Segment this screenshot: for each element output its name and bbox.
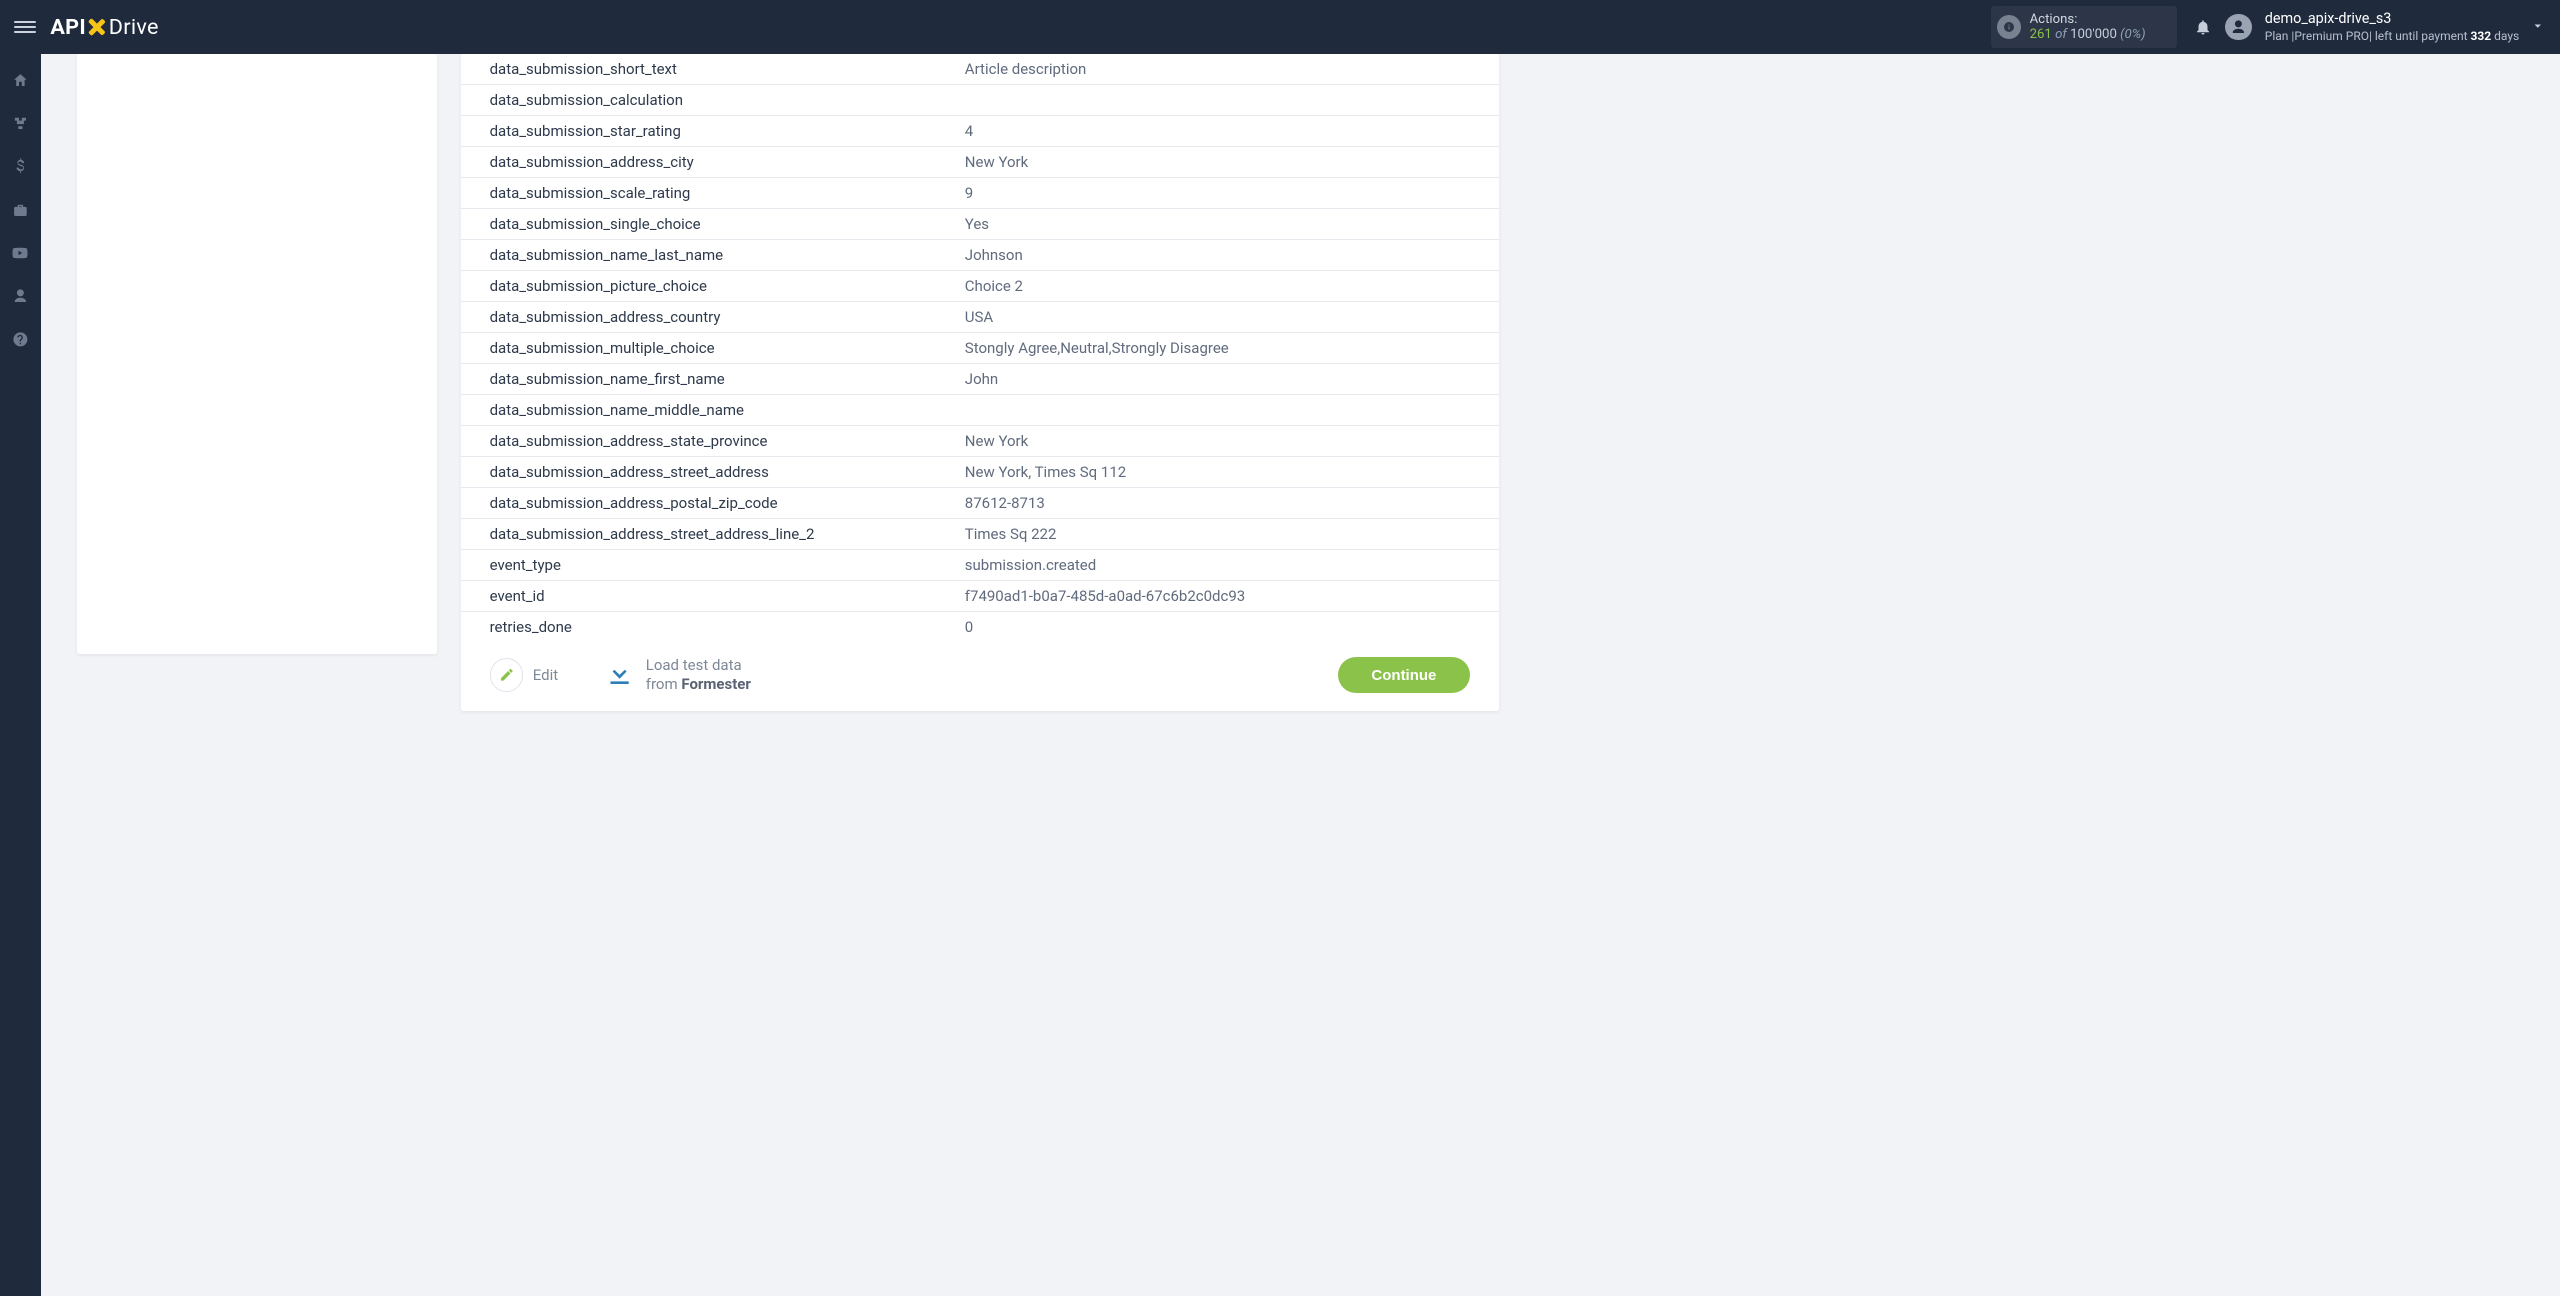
- left-panel-card: [77, 54, 437, 654]
- data-table: data_submission_short_textArticle descri…: [461, 54, 1499, 642]
- sidebar: [0, 54, 41, 1296]
- load-text: Load test data from Formester: [646, 656, 751, 694]
- footer-actions: Edit Load test data from Formester Conti…: [461, 642, 1499, 694]
- brand-logo[interactable]: API Drive: [50, 15, 158, 40]
- row-value: Times Sq 222: [965, 525, 1499, 543]
- row-key: data_submission_address_state_province: [461, 432, 965, 450]
- actions-label: Actions:: [2030, 12, 2164, 27]
- actions-total: 100'000: [2070, 27, 2117, 42]
- account-plan: Plan |Premium PRO| left until payment 33…: [2265, 29, 2519, 45]
- table-row: data_submission_address_street_address_l…: [461, 519, 1499, 550]
- edit-button[interactable]: Edit: [490, 658, 559, 692]
- nav-help-icon[interactable]: [10, 329, 32, 351]
- pencil-icon: [490, 658, 524, 692]
- actions-pct: (0%): [2120, 27, 2145, 42]
- right-panel-card: data_submission_short_textArticle descri…: [461, 54, 1499, 711]
- row-value: John: [965, 370, 1499, 388]
- table-row: data_submission_name_last_nameJohnson: [461, 240, 1499, 271]
- row-value: 4: [965, 122, 1499, 140]
- nav-connections-icon[interactable]: [10, 113, 32, 135]
- row-value: Yes: [965, 215, 1499, 233]
- row-value: Article description: [965, 60, 1499, 78]
- load-test-data-button[interactable]: Load test data from Formester: [604, 656, 751, 694]
- brand-drive: Drive: [109, 15, 159, 40]
- row-value: [965, 401, 1499, 419]
- actions-counter[interactable]: Actions: 261 of 100'000 (0%): [1991, 6, 2177, 48]
- table-row: data_submission_address_postal_zip_code8…: [461, 488, 1499, 519]
- account-name: demo_apix-drive_s3: [2265, 10, 2519, 29]
- row-key: data_submission_scale_rating: [461, 184, 965, 202]
- row-value: Stongly Agree,Neutral,Strongly Disagree: [965, 339, 1499, 357]
- row-value: f7490ad1-b0a7-485d-a0ad-67c6b2c0dc93: [965, 587, 1499, 605]
- edit-label: Edit: [533, 666, 558, 684]
- hamburger-menu-icon[interactable]: [14, 16, 36, 38]
- table-row: data_submission_single_choiceYes: [461, 209, 1499, 240]
- row-value: submission.created: [965, 556, 1499, 574]
- nav-billing-icon[interactable]: [10, 156, 32, 178]
- notifications-bell-icon[interactable]: [2194, 18, 2212, 36]
- download-icon: [604, 658, 635, 692]
- account-block[interactable]: demo_apix-drive_s3 Plan |Premium PRO| le…: [2265, 10, 2519, 44]
- table-row: data_submission_star_rating4: [461, 116, 1499, 147]
- row-value: New York: [965, 432, 1499, 450]
- table-row: data_submission_address_street_addressNe…: [461, 457, 1499, 488]
- row-value: New York, Times Sq 112: [965, 463, 1499, 481]
- row-key: event_id: [461, 587, 965, 605]
- row-key: retries_done: [461, 618, 965, 636]
- actions-count: 261: [2030, 27, 2052, 42]
- nav-profile-icon[interactable]: [10, 286, 32, 308]
- main-content: data_submission_short_textArticle descri…: [41, 54, 2560, 747]
- row-key: data_submission_name_last_name: [461, 246, 965, 264]
- table-row: data_submission_calculation: [461, 85, 1499, 116]
- nav-home-icon[interactable]: [10, 70, 32, 92]
- row-key: data_submission_short_text: [461, 60, 965, 78]
- table-row: data_submission_multiple_choiceStongly A…: [461, 333, 1499, 364]
- row-value: Johnson: [965, 246, 1499, 264]
- row-key: data_submission_multiple_choice: [461, 339, 965, 357]
- row-key: data_submission_picture_choice: [461, 277, 965, 295]
- table-row: data_submission_name_first_nameJohn: [461, 364, 1499, 395]
- table-row: event_typesubmission.created: [461, 550, 1499, 581]
- account-caret-down-icon[interactable]: [2530, 18, 2546, 37]
- row-key: data_submission_name_first_name: [461, 370, 965, 388]
- continue-button[interactable]: Continue: [1338, 657, 1470, 693]
- row-key: data_submission_address_postal_zip_code: [461, 494, 965, 512]
- user-avatar-icon[interactable]: [2225, 14, 2251, 40]
- table-row: data_submission_picture_choiceChoice 2: [461, 271, 1499, 302]
- row-key: data_submission_calculation: [461, 91, 965, 109]
- row-value: [965, 91, 1499, 109]
- row-value: USA: [965, 308, 1499, 326]
- table-row: data_submission_name_middle_name: [461, 395, 1499, 426]
- actions-values: 261 of 100'000 (0%): [2030, 27, 2164, 42]
- row-key: data_submission_single_choice: [461, 215, 965, 233]
- nav-youtube-icon[interactable]: [10, 242, 32, 264]
- row-key: event_type: [461, 556, 965, 574]
- topbar: API Drive Actions: 261 of 100'000 (0%) d…: [0, 0, 2560, 54]
- table-row: data_submission_scale_rating9: [461, 178, 1499, 209]
- nav-briefcase-icon[interactable]: [10, 199, 32, 221]
- row-key: data_submission_address_country: [461, 308, 965, 326]
- row-key: data_submission_address_street_address: [461, 463, 965, 481]
- row-key: data_submission_address_street_address_l…: [461, 525, 965, 543]
- table-row: retries_done0: [461, 612, 1499, 642]
- table-row: event_idf7490ad1-b0a7-485d-a0ad-67c6b2c0…: [461, 581, 1499, 612]
- row-value: 87612-8713: [965, 494, 1499, 512]
- info-icon: [1997, 15, 2021, 39]
- table-row: data_submission_address_cityNew York: [461, 147, 1499, 178]
- row-value: 9: [965, 184, 1499, 202]
- table-row: data_submission_short_textArticle descri…: [461, 54, 1499, 85]
- brand-api: API: [50, 15, 86, 40]
- row-value: 0: [965, 618, 1499, 636]
- table-row: data_submission_address_countryUSA: [461, 302, 1499, 333]
- row-key: data_submission_address_city: [461, 153, 965, 171]
- row-key: data_submission_star_rating: [461, 122, 965, 140]
- row-value: Choice 2: [965, 277, 1499, 295]
- brand-x-icon: [87, 17, 107, 37]
- table-row: data_submission_address_state_provinceNe…: [461, 426, 1499, 457]
- row-key: data_submission_name_middle_name: [461, 401, 965, 419]
- row-value: New York: [965, 153, 1499, 171]
- actions-of: of: [2055, 27, 2070, 42]
